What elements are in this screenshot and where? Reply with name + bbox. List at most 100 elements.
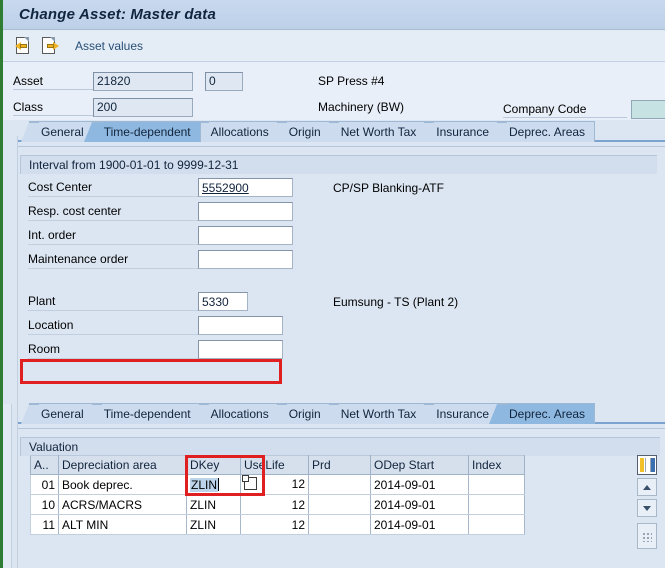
resp-cost-center-input[interactable]: [198, 202, 293, 221]
asset-description-text: SP Press #4: [318, 74, 385, 88]
valuation-group-header: Valuation: [20, 437, 660, 456]
cost-center-input[interactable]: [198, 178, 293, 197]
plant-input[interactable]: [198, 292, 248, 311]
interval-header: Interval from 1900-01-01 to 9999-12-31: [20, 155, 657, 174]
asset-number-input[interactable]: [93, 71, 193, 91]
tab-top-insurance[interactable]: Insurance: [424, 121, 499, 142]
cell-uselife[interactable]: 12: [240, 514, 309, 535]
int-order-label: Int. order: [28, 226, 198, 245]
cell-dkey[interactable]: ZLIN: [186, 514, 241, 535]
time-dependent-field-group-2: Plant Eumsung - TS (Plant 2) Location Room: [12, 291, 665, 360]
field-row-maintenance-order: Maintenance order: [28, 249, 665, 270]
lower-left-scroll-rail[interactable]: [3, 404, 12, 568]
sap-asset-master-data-window: Change Asset: Master data Asset values A…: [0, 0, 665, 568]
company-code-label: Company Code: [503, 100, 627, 118]
cell-depreciation-area: ALT MIN: [58, 514, 187, 535]
field-row-int-order: Int. order: [28, 225, 665, 246]
location-input[interactable]: [198, 316, 283, 335]
lower-section: General Time-dependent Allocations Origin Ne…: [3, 402, 665, 549]
room-input[interactable]: [198, 340, 283, 359]
cell-depreciation-area: ACRS/MACRS: [58, 494, 187, 515]
cell-odep-start[interactable]: 2014-09-01: [370, 474, 469, 495]
int-order-input[interactable]: [198, 226, 293, 245]
plant-description-text: Eumsung - TS (Plant 2): [333, 294, 459, 309]
field-row-resp-cost-center: Resp. cost center: [28, 201, 665, 222]
tab-bottom-insurance[interactable]: Insurance: [424, 403, 499, 424]
column-header-uselife[interactable]: UseLife: [240, 455, 309, 475]
application-toolbar: Asset values: [3, 30, 665, 62]
cell-uselife-value-help[interactable]: 12: [240, 474, 309, 495]
next-asset-icon[interactable]: [41, 36, 59, 55]
column-header-a[interactable]: A..: [30, 455, 59, 475]
cell-area-number: 01: [30, 474, 59, 495]
cell-prd[interactable]: [308, 474, 371, 495]
cell-prd[interactable]: [308, 514, 371, 535]
cell-odep-start[interactable]: 2014-09-01: [370, 494, 469, 515]
asset-class-label: Class: [13, 98, 93, 116]
asset-class-input[interactable]: [93, 97, 193, 117]
column-header-dkey[interactable]: DKey: [186, 455, 241, 475]
tab-bottom-deprec-areas[interactable]: Deprec. Areas: [497, 403, 596, 424]
text-caret: [218, 477, 220, 491]
cell-index[interactable]: [468, 474, 525, 495]
top-tab-strip: General Time-dependent Allocations Origin Ne…: [3, 120, 665, 142]
table-header-row: A.. Depreciation area DKey UseLife Prd ODep S…: [30, 455, 525, 475]
value-help-f4-icon[interactable]: [242, 475, 257, 490]
tab-bottom-allocations[interactable]: Allocations: [198, 403, 279, 424]
grid-controls: [637, 455, 659, 549]
table-row[interactable]: 10 ACRS/MACRS ZLIN 12 2014-09-01: [30, 494, 525, 515]
company-code-input[interactable]: [631, 100, 665, 119]
resize-grip-icon[interactable]: [637, 523, 657, 549]
field-row-location: Location: [28, 315, 665, 336]
valuation-table-wrapper: A.. Depreciation area DKey UseLife Prd ODep S…: [30, 455, 625, 535]
column-header-index[interactable]: Index: [468, 455, 525, 475]
plant-label: Plant: [28, 292, 198, 311]
maintenance-order-input[interactable]: [198, 250, 293, 269]
scroll-down-icon[interactable]: [637, 499, 657, 517]
cell-dkey[interactable]: ZLIN: [186, 494, 241, 515]
valuation-table: A.. Depreciation area DKey UseLife Prd ODep S…: [30, 455, 525, 535]
scroll-up-icon[interactable]: [637, 478, 657, 496]
cell-prd[interactable]: [308, 494, 371, 515]
column-header-odep-start[interactable]: ODep Start: [370, 455, 469, 475]
cell-uselife[interactable]: 12: [240, 494, 309, 515]
tab-top-deprec-areas[interactable]: Deprec. Areas: [497, 121, 596, 142]
cost-center-label: Cost Center: [28, 178, 198, 197]
field-row-plant: Plant Eumsung - TS (Plant 2): [28, 291, 665, 312]
asset-class-description-text: Machinery (BW): [318, 100, 405, 114]
asset-values-button[interactable]: Asset values: [75, 39, 143, 53]
field-row-room: Room: [28, 339, 665, 360]
window-title-bar: Change Asset: Master data: [3, 0, 665, 30]
tab-bottom-net-worth-tax[interactable]: Net Worth Tax: [328, 403, 427, 424]
cell-area-number: 11: [30, 514, 59, 535]
cell-index[interactable]: [468, 494, 525, 515]
table-row[interactable]: 01 Book deprec. ZLIN 12 2014-09-01: [30, 474, 525, 495]
tab-top-net-worth-tax[interactable]: Net Worth Tax: [328, 121, 427, 142]
uselife-value: 12: [291, 477, 305, 491]
cell-index[interactable]: [468, 514, 525, 535]
column-header-depreciation-area[interactable]: Depreciation area: [58, 455, 187, 475]
column-configuration-icon[interactable]: [637, 455, 657, 475]
cell-odep-start[interactable]: 2014-09-01: [370, 514, 469, 535]
time-dependent-field-group-1: Cost Center CP/SP Blanking-ATF Resp. cost …: [12, 177, 665, 270]
location-label: Location: [28, 316, 198, 335]
room-label: Room: [28, 340, 198, 359]
tab-top-allocations[interactable]: Allocations: [198, 121, 279, 142]
cell-dkey-selected[interactable]: ZLIN: [186, 474, 241, 495]
cost-center-description-text: CP/SP Blanking-ATF: [333, 180, 444, 195]
room-field-highlight: [20, 359, 282, 384]
table-row[interactable]: 11 ALT MIN ZLIN 12 2014-09-01: [30, 514, 525, 535]
asset-header-section: Asset Class SP Press #4 Machinery (BW) C…: [3, 62, 665, 120]
previous-asset-icon[interactable]: [15, 36, 33, 55]
asset-subnumber-input[interactable]: [205, 71, 243, 91]
asset-label: Asset: [13, 72, 93, 90]
dkey-value: ZLIN: [190, 477, 219, 492]
column-header-prd[interactable]: Prd: [308, 455, 371, 475]
time-dependent-panel: Interval from 1900-01-01 to 9999-12-31 C…: [11, 146, 665, 384]
cell-area-number: 10: [30, 494, 59, 515]
field-row-cost-center: Cost Center CP/SP Blanking-ATF: [28, 177, 665, 198]
tab-bottom-time-dependent[interactable]: Time-dependent: [91, 403, 201, 424]
resp-cost-center-label: Resp. cost center: [28, 202, 198, 221]
maintenance-order-label: Maintenance order: [28, 250, 198, 269]
tab-top-time-dependent[interactable]: Time-dependent: [91, 121, 201, 142]
